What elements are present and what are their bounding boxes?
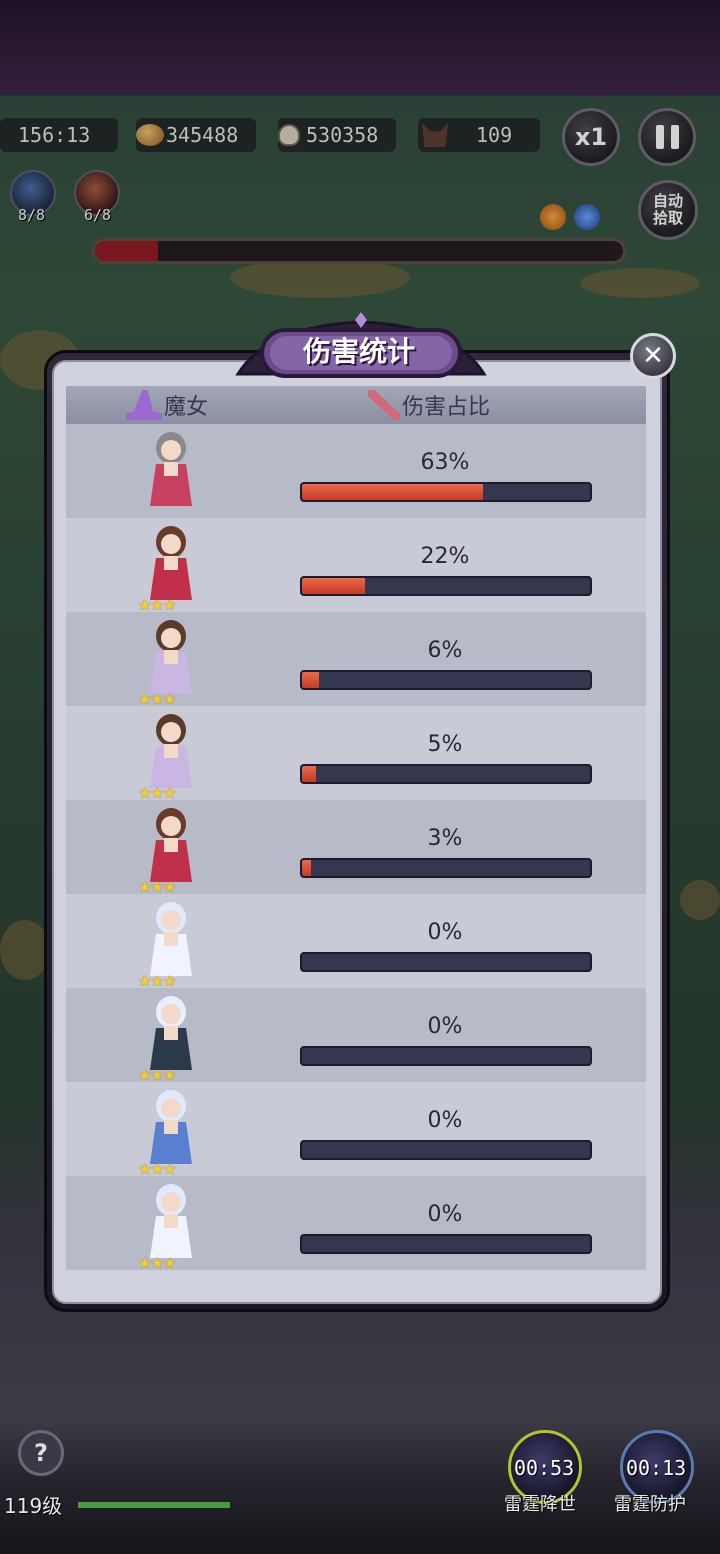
thunder-guard-name: 雷霆防护 — [614, 1494, 686, 1515]
close-icon: ✕ — [642, 341, 664, 371]
damage-percent: 0% — [427, 1202, 463, 1227]
damage-percent: 0% — [427, 920, 463, 945]
help-button[interactable]: ? — [18, 1430, 64, 1476]
damage-row: 63% — [66, 424, 646, 518]
damage-bar — [300, 858, 592, 878]
damage-bar — [300, 1046, 592, 1066]
damage-percent: 63% — [420, 450, 470, 475]
damage-bar — [300, 482, 592, 502]
col-damage-label: 伤害占比 — [402, 395, 491, 420]
witch-hat-icon — [126, 390, 162, 420]
thunder-descend-timer: 00:53 — [514, 1456, 575, 1480]
player-level: 119级 — [4, 1494, 63, 1518]
table-header: 魔女 伤害占比 — [66, 386, 646, 424]
damage-percent: 0% — [427, 1108, 463, 1133]
damage-bar-fill — [302, 672, 320, 688]
damage-bar — [300, 1140, 592, 1160]
xp-bar — [78, 1502, 230, 1508]
damage-bar — [300, 1234, 592, 1254]
damage-percent: 5% — [427, 732, 463, 757]
damage-row: ★★★ 5% — [66, 706, 646, 802]
damage-percent: 6% — [427, 638, 463, 663]
damage-bar — [300, 576, 592, 596]
damage-bar — [300, 670, 592, 690]
close-button[interactable]: ✕ — [630, 333, 676, 379]
star-rating: ★★★ — [138, 1254, 176, 1272]
damage-percent: 3% — [427, 826, 463, 851]
damage-bar-fill — [302, 578, 366, 594]
damage-row: ★★★ 0% — [66, 1176, 646, 1272]
help-icon: ? — [34, 1439, 48, 1467]
damage-row: ★★★ 0% — [66, 894, 646, 990]
damage-rows: 63% ★★★ 22% ★★★ 6% ★★★ 5% ★★★ 3% ★★★ 0% ★★★ 0% ★★★ 0% ★… — [66, 424, 646, 1272]
damage-bar — [300, 952, 592, 972]
damage-row: ★★★ 3% — [66, 800, 646, 896]
damage-row: ★★★ 0% — [66, 988, 646, 1084]
damage-percent: 22% — [420, 544, 470, 569]
damage-row: ★★★ 22% — [66, 518, 646, 614]
panel-title: 伤害统计 — [302, 335, 415, 368]
damage-row: ★★★ 0% — [66, 1082, 646, 1178]
damage-list[interactable]: 63% ★★★ 22% ★★★ 6% ★★★ 5% ★★★ 3% ★★★ 0% ★★★ 0% ★★★ 0% ★… — [66, 424, 646, 1286]
damage-bar-fill — [302, 766, 317, 782]
damage-percent: 0% — [427, 1014, 463, 1039]
thunder-descend-name: 雷霆降世 — [504, 1494, 576, 1515]
hero-portrait — [126, 428, 216, 514]
damage-row: ★★★ 6% — [66, 612, 646, 708]
swords-icon — [368, 390, 401, 420]
damage-bar-fill — [302, 484, 484, 500]
damage-bar-fill — [302, 860, 311, 876]
col-witch-label: 魔女 — [164, 395, 209, 420]
damage-bar — [300, 764, 592, 784]
thunder-guard-timer: 00:13 — [626, 1456, 687, 1480]
